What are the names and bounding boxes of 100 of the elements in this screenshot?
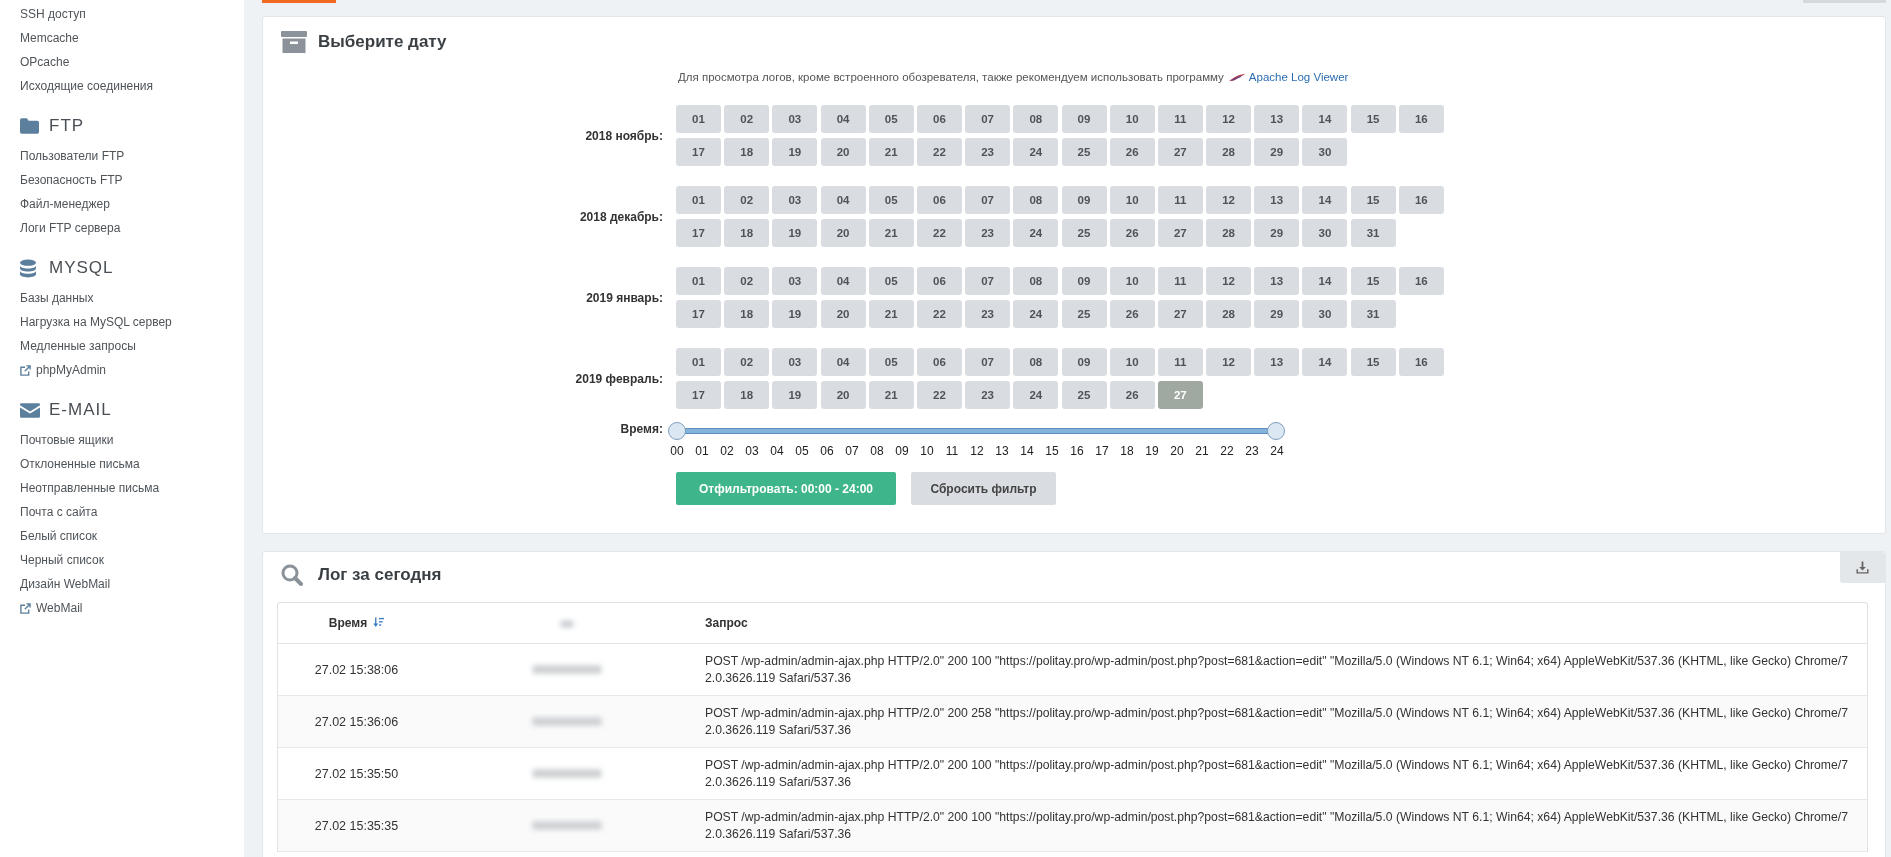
day-button[interactable]: 22 (916, 300, 962, 328)
day-button[interactable]: 10 (1109, 186, 1155, 214)
day-button[interactable]: 16 (1398, 348, 1444, 376)
day-button[interactable]: 29 (1254, 138, 1300, 166)
sidebar-item[interactable]: Файл-менеджер (20, 192, 110, 216)
day-button[interactable]: 19 (772, 219, 818, 247)
day-button[interactable]: 19 (772, 138, 818, 166)
sidebar-item[interactable]: Почта с сайта (20, 500, 98, 524)
day-button[interactable]: 20 (820, 381, 866, 409)
day-button[interactable]: 09 (1061, 267, 1107, 295)
day-button[interactable]: 24 (1013, 381, 1059, 409)
day-button[interactable]: 30 (1302, 219, 1348, 247)
day-button[interactable]: 22 (916, 381, 962, 409)
day-button[interactable]: 25 (1061, 138, 1107, 166)
download-button[interactable] (1840, 552, 1885, 583)
day-button[interactable]: 14 (1302, 105, 1348, 133)
sidebar-item[interactable]: Безопасность FTP (20, 168, 123, 192)
day-button[interactable]: 27 (1157, 219, 1203, 247)
sidebar-item[interactable]: Белый список (20, 524, 98, 548)
sidebar-item[interactable]: Исходящие соединения (20, 74, 154, 98)
sidebar-item[interactable]: Базы данных (20, 286, 94, 310)
day-button[interactable]: 11 (1157, 267, 1203, 295)
day-button[interactable]: 23 (965, 300, 1011, 328)
day-button[interactable]: 28 (1206, 300, 1252, 328)
day-button[interactable]: 20 (820, 300, 866, 328)
day-button[interactable]: 26 (1109, 219, 1155, 247)
day-button[interactable]: 20 (820, 219, 866, 247)
day-button[interactable]: 10 (1109, 348, 1155, 376)
day-button[interactable]: 21 (868, 381, 914, 409)
day-button[interactable]: 11 (1157, 348, 1203, 376)
day-button[interactable]: 06 (916, 105, 962, 133)
day-button[interactable]: 02 (724, 348, 770, 376)
day-button[interactable]: 20 (820, 138, 866, 166)
day-button[interactable]: 14 (1302, 348, 1348, 376)
day-button[interactable]: 12 (1206, 348, 1252, 376)
day-button[interactable]: 06 (916, 267, 962, 295)
day-button[interactable]: 25 (1061, 381, 1107, 409)
sidebar-item[interactable]: Дизайн WebMail (20, 572, 111, 596)
day-button[interactable]: 29 (1254, 300, 1300, 328)
day-button[interactable]: 26 (1109, 138, 1155, 166)
day-button[interactable]: 04 (820, 267, 866, 295)
day-button[interactable]: 02 (724, 267, 770, 295)
day-button[interactable]: 29 (1254, 219, 1300, 247)
sidebar-item[interactable]: Memcache (20, 26, 79, 50)
day-button[interactable]: 10 (1109, 267, 1155, 295)
day-button[interactable]: 07 (965, 105, 1011, 133)
day-button[interactable]: 07 (965, 186, 1011, 214)
day-button[interactable]: 08 (1013, 267, 1059, 295)
day-button[interactable]: 03 (772, 348, 818, 376)
day-button[interactable]: 12 (1206, 186, 1252, 214)
day-button[interactable]: 13 (1254, 267, 1300, 295)
day-button[interactable]: 09 (1061, 348, 1107, 376)
column-header[interactable]: Запрос (699, 603, 1867, 644)
day-button[interactable]: 06 (916, 186, 962, 214)
day-button[interactable]: 13 (1254, 186, 1300, 214)
sidebar-item[interactable]: Неотправленные письма (20, 476, 160, 500)
day-button[interactable]: 31 (1350, 219, 1396, 247)
day-button[interactable]: 26 (1109, 300, 1155, 328)
day-button[interactable]: 18 (724, 381, 770, 409)
day-button[interactable]: 23 (965, 138, 1011, 166)
day-button[interactable]: 01 (676, 348, 721, 376)
day-button[interactable]: 09 (1061, 186, 1107, 214)
day-button[interactable]: 28 (1206, 219, 1252, 247)
day-button[interactable]: 06 (916, 348, 962, 376)
time-slider[interactable] (668, 422, 1285, 440)
day-button[interactable]: 24 (1013, 300, 1059, 328)
day-button[interactable]: 30 (1302, 300, 1348, 328)
day-button[interactable]: 03 (772, 267, 818, 295)
day-button[interactable]: 28 (1206, 138, 1252, 166)
day-button[interactable]: 09 (1061, 105, 1107, 133)
day-button[interactable]: 01 (676, 186, 721, 214)
day-button[interactable]: 12 (1206, 267, 1252, 295)
day-button[interactable]: 16 (1398, 186, 1444, 214)
day-button[interactable]: 04 (820, 186, 866, 214)
day-button[interactable]: 03 (772, 186, 818, 214)
day-button[interactable]: 18 (724, 219, 770, 247)
day-button[interactable]: 17 (676, 381, 721, 409)
day-button[interactable]: 24 (1013, 219, 1059, 247)
day-button[interactable]: 04 (820, 105, 866, 133)
sidebar-item[interactable]: phpMyAdmin (20, 358, 107, 382)
day-button[interactable]: 02 (724, 105, 770, 133)
sidebar-item[interactable]: OPcache (20, 50, 70, 74)
day-button[interactable]: 23 (965, 219, 1011, 247)
sidebar-item[interactable]: Нагрузка на MySQL сервер (20, 310, 172, 334)
day-button[interactable]: 17 (676, 138, 721, 166)
day-button[interactable]: 16 (1398, 105, 1444, 133)
day-button[interactable]: 24 (1013, 138, 1059, 166)
day-button[interactable]: 01 (676, 267, 721, 295)
day-button[interactable]: 30 (1302, 138, 1348, 166)
day-button[interactable]: 27 (1157, 300, 1203, 328)
column-header[interactable]: Время (278, 603, 435, 644)
day-button[interactable]: 25 (1061, 219, 1107, 247)
day-button[interactable]: 14 (1302, 186, 1348, 214)
day-button[interactable]: 16 (1398, 267, 1444, 295)
day-button[interactable]: 11 (1157, 105, 1203, 133)
day-button[interactable]: 22 (916, 219, 962, 247)
day-button[interactable]: 13 (1254, 105, 1300, 133)
day-button[interactable]: 18 (724, 300, 770, 328)
day-button[interactable]: 21 (868, 219, 914, 247)
day-button[interactable]: 15 (1350, 348, 1396, 376)
